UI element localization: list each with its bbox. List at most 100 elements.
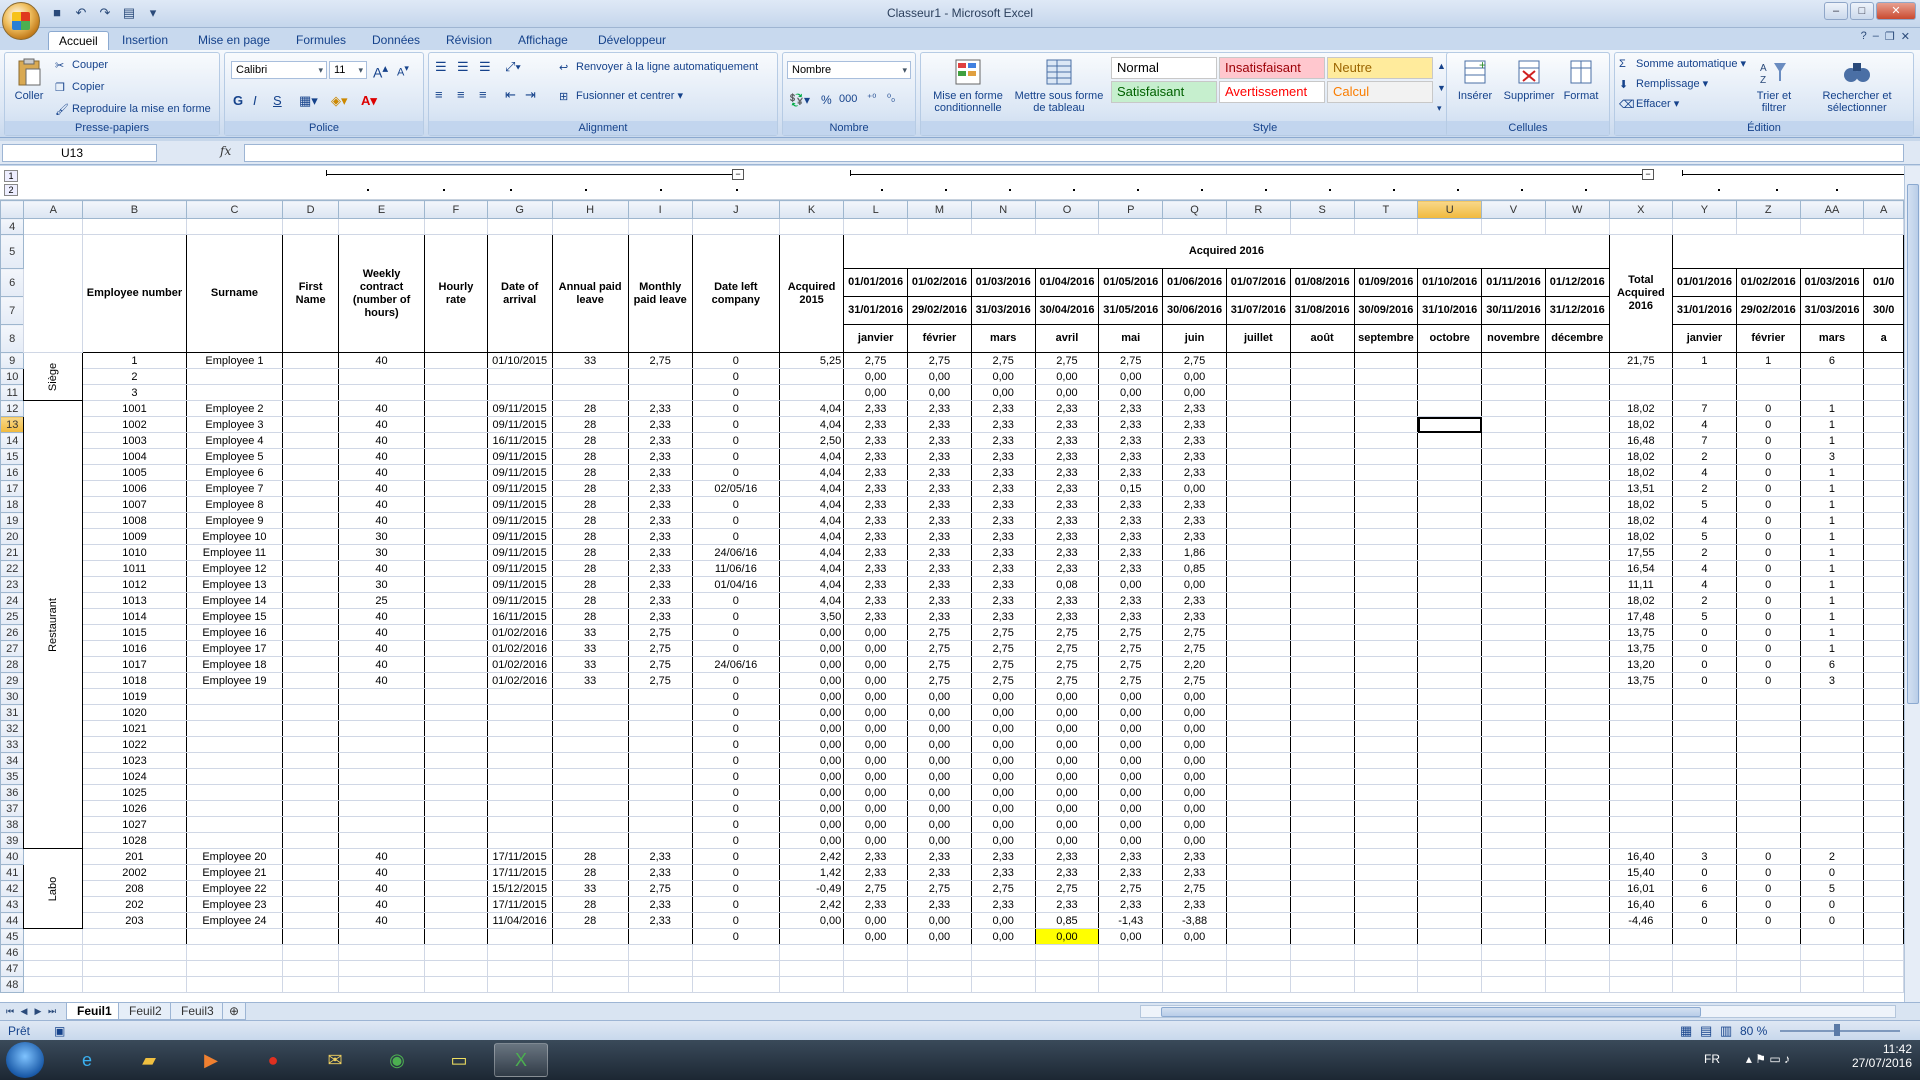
month-acquired-cell[interactable]	[1353, 928, 1419, 945]
month-acquired-cell[interactable]	[1225, 352, 1291, 369]
month-acquired-cell[interactable]	[1289, 496, 1355, 513]
weekly-hours-cell[interactable]: 25	[338, 592, 426, 609]
month-acquired-cell[interactable]: 2,33	[1098, 448, 1164, 465]
annual-leave-cell[interactable]: 28	[551, 448, 629, 465]
cell[interactable]	[1098, 944, 1164, 961]
column-header[interactable]: AA	[1799, 200, 1865, 219]
header-first_name[interactable]: First Name	[282, 234, 340, 353]
month-acquired-cell[interactable]	[1353, 768, 1419, 785]
month-acquired-cell[interactable]	[1353, 496, 1419, 513]
increase-indent-button[interactable]: ⇥	[525, 87, 536, 103]
month-acquired-cell[interactable]	[1544, 576, 1610, 593]
taken-cell[interactable]: 4	[1672, 560, 1737, 577]
acquired-2015-cell[interactable]: 0,00	[778, 784, 845, 801]
month-acquired-cell[interactable]: 2,33	[1098, 896, 1164, 913]
left-date-cell[interactable]: 0	[691, 448, 780, 465]
cell[interactable]	[424, 960, 488, 977]
row-header[interactable]: 11	[0, 384, 25, 401]
hourly-rate-cell[interactable]	[424, 784, 488, 801]
month-acquired-cell[interactable]: 2,33	[970, 592, 1036, 609]
month-acquired-cell[interactable]: 0,00	[1162, 816, 1227, 833]
month-acquired-cell[interactable]	[1289, 368, 1355, 385]
annual-leave-cell[interactable]: 28	[551, 544, 629, 561]
copy-button[interactable]: ❐ Copier	[55, 81, 104, 94]
row-header[interactable]: 21	[0, 544, 25, 561]
taken-cell[interactable]: 7	[1672, 400, 1737, 417]
month-acquired-cell[interactable]	[1289, 560, 1355, 577]
zoom-slider-knob[interactable]	[1834, 1024, 1840, 1036]
month-acquired-cell[interactable]	[1417, 880, 1483, 897]
month-acquired-cell[interactable]	[1225, 528, 1291, 545]
cell[interactable]	[1863, 480, 1904, 497]
month-acquired-cell[interactable]	[1289, 768, 1355, 785]
month-acquired-cell[interactable]: 2,33	[843, 480, 909, 497]
column-header[interactable]: W	[1544, 200, 1610, 219]
month-acquired-cell[interactable]: 0,00	[843, 640, 909, 657]
tab-accueil[interactable]: Accueil	[48, 31, 109, 50]
cell[interactable]	[1735, 218, 1801, 235]
hourly-rate-cell[interactable]	[424, 400, 488, 417]
row-header[interactable]: 47	[0, 960, 25, 977]
weekly-hours-cell[interactable]	[338, 928, 426, 945]
month-acquired-cell[interactable]	[1544, 464, 1610, 481]
first-name-cell[interactable]	[282, 688, 340, 705]
taken-cell[interactable]	[1799, 368, 1865, 385]
macro-record-icon[interactable]: ▣	[54, 1024, 65, 1038]
cell[interactable]	[1544, 976, 1610, 993]
month-acquired-cell[interactable]	[1225, 768, 1291, 785]
cell[interactable]	[691, 218, 780, 235]
month-acquired-cell[interactable]	[1353, 448, 1419, 465]
month-acquired-cell[interactable]	[1544, 624, 1610, 641]
month-acquired-cell[interactable]: 2,33	[1098, 496, 1164, 513]
annual-leave-cell[interactable]	[551, 928, 629, 945]
surname-cell[interactable]: Employee 2	[185, 400, 284, 417]
fill-color-button[interactable]: ◈▾	[331, 93, 348, 109]
month-acquired-cell[interactable]: 2,33	[1098, 464, 1164, 481]
cell[interactable]	[907, 944, 972, 961]
month-acquired-cell[interactable]: 0,00	[843, 656, 909, 673]
employee-number-cell[interactable]	[82, 928, 187, 945]
taken-cell[interactable]	[1799, 384, 1865, 401]
total-acquired-cell[interactable]: 18,02	[1608, 448, 1674, 465]
monthly-leave-cell[interactable]: 2,33	[627, 576, 693, 593]
month-acquired-cell[interactable]: 2,75	[1098, 352, 1164, 369]
close-button[interactable]: ✕	[1876, 2, 1916, 20]
month-acquired-cell[interactable]	[1481, 640, 1546, 657]
cell[interactable]	[282, 960, 340, 977]
employee-number-cell[interactable]: 1010	[82, 544, 187, 561]
cell[interactable]	[843, 976, 909, 993]
month-acquired-cell[interactable]: 0,00	[907, 736, 972, 753]
row-header[interactable]: 13	[0, 416, 25, 433]
cell[interactable]	[970, 976, 1036, 993]
month-acquired-cell[interactable]: 2,33	[970, 432, 1036, 449]
decrease-decimal-button[interactable]: ⁰₀	[887, 93, 895, 104]
header-acquired-2016[interactable]: Acquired 2016	[843, 234, 1610, 269]
taken-cell[interactable]: 0	[1735, 880, 1801, 897]
hourly-rate-cell[interactable]	[424, 624, 488, 641]
month-acquired-cell[interactable]: 2,33	[1162, 496, 1227, 513]
month-acquired-cell[interactable]	[1481, 608, 1546, 625]
month-acquired-cell[interactable]: 2,33	[970, 544, 1036, 561]
month-acquired-cell[interactable]	[1544, 848, 1610, 865]
cell[interactable]	[486, 960, 553, 977]
row-header[interactable]: 43	[0, 896, 25, 913]
month-acquired-cell[interactable]	[1417, 816, 1483, 833]
taken-cell[interactable]: 0	[1672, 624, 1737, 641]
font-name-combo[interactable]: Calibri	[231, 61, 327, 79]
cell[interactable]	[1863, 352, 1904, 369]
surname-cell[interactable]: Employee 18	[185, 656, 284, 673]
cell[interactable]	[23, 944, 84, 961]
insert-sheet-button[interactable]: ⊕	[222, 1003, 247, 1020]
cell[interactable]	[778, 218, 845, 235]
row-header[interactable]: 35	[0, 768, 25, 785]
first-name-cell[interactable]	[282, 496, 340, 513]
month-acquired-cell[interactable]	[1225, 784, 1291, 801]
taken-cell[interactable]: 0	[1735, 448, 1801, 465]
month-acquired-cell[interactable]: 2,33	[970, 400, 1036, 417]
month-acquired-cell[interactable]	[1289, 592, 1355, 609]
employee-number-cell[interactable]: 1004	[82, 448, 187, 465]
month-acquired-cell[interactable]	[1481, 768, 1546, 785]
taken-cell[interactable]	[1735, 768, 1801, 785]
total-acquired-cell[interactable]: 18,02	[1608, 528, 1674, 545]
month-acquired-cell[interactable]: 0,00	[843, 752, 909, 769]
